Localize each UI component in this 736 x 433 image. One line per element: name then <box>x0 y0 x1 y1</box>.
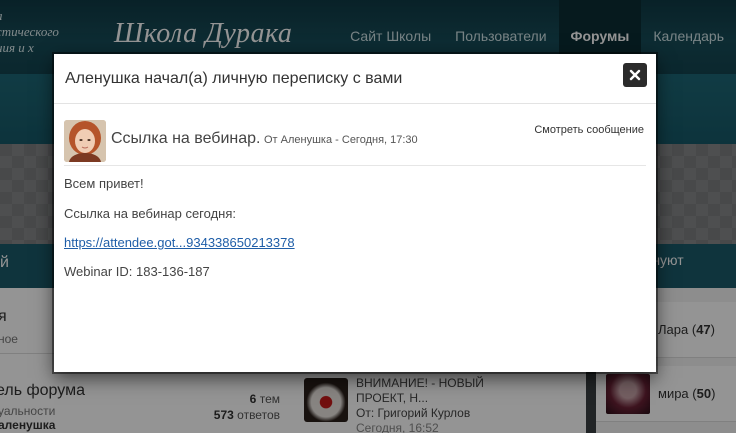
sender-avatar-image <box>64 120 106 162</box>
avatar[interactable] <box>64 120 106 162</box>
view-message-link[interactable]: Смотреть сообщение <box>534 124 644 136</box>
webinar-id: Webinar ID: 183-136-187 <box>64 264 210 279</box>
dialog-title: Аленушка начал(а) личную переписку с вам… <box>65 70 403 87</box>
dialog-header: Аленушка начал(а) личную переписку с вам… <box>54 54 656 104</box>
webinar-link[interactable]: https://attendee.got...934338650213378 <box>64 235 295 250</box>
message-header: Ссылка на вебинар. От Аленушка - Сегодня… <box>64 118 646 166</box>
message-line: Ссылка на вебинар сегодня: <box>64 206 237 221</box>
close-button[interactable] <box>623 63 647 87</box>
message-subject[interactable]: Ссылка на вебинар. <box>111 130 260 148</box>
message-meta: От Аленушка - Сегодня, 17:30 <box>264 134 418 146</box>
close-icon <box>629 69 641 81</box>
private-message-dialog: Аленушка начал(а) личную переписку с вам… <box>54 54 656 372</box>
message-link-line: https://attendee.got...934338650213378 <box>64 235 295 250</box>
message-greeting: Всем привет! <box>64 176 144 191</box>
